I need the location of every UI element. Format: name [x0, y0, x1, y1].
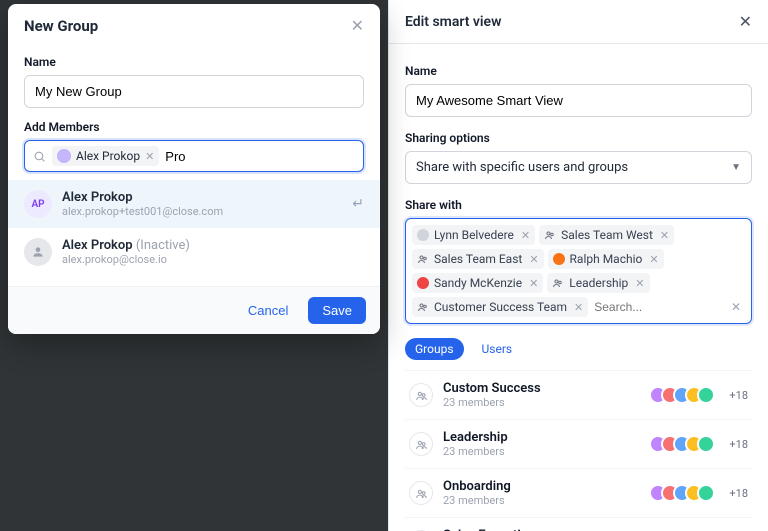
- tab-groups[interactable]: Groups: [405, 338, 464, 360]
- result-inactive-tag: (Inactive): [136, 238, 190, 253]
- avatar-icon: [697, 435, 715, 453]
- share-chip: Customer Success Team ✕: [412, 297, 588, 317]
- chip-remove-icon[interactable]: ✕: [145, 150, 154, 163]
- save-button[interactable]: Save: [308, 297, 366, 324]
- group-icon: [552, 277, 564, 289]
- share-chip: Sandy McKenzie ✕: [412, 273, 543, 293]
- avatar-icon: [57, 149, 71, 163]
- share-chip: Ralph Machio ✕: [548, 249, 664, 269]
- group-name: Onboarding: [443, 479, 645, 494]
- left-backdrop: New Group ✕ Name Add Members Alex Prokop…: [0, 0, 388, 531]
- share-with-label: Share with: [405, 198, 752, 212]
- share-with-search-input[interactable]: [592, 297, 723, 317]
- member-chip-label: Alex Prokop: [76, 149, 140, 163]
- group-row[interactable]: Sales Executives23 members+18: [405, 518, 752, 531]
- result-name: Alex Prokop: [62, 190, 133, 205]
- avatar-icon: [417, 229, 429, 241]
- chip-label: Leadership: [569, 276, 628, 290]
- sharing-options-label: Sharing options: [405, 131, 752, 145]
- sharing-options-select[interactable]: Share with specific users and groups ▼: [405, 151, 752, 184]
- name-label: Name: [405, 64, 752, 78]
- avatar-stack: [655, 435, 715, 453]
- modal-title: New Group: [24, 17, 98, 35]
- tab-users[interactable]: Users: [472, 338, 523, 360]
- avatar-icon: [417, 277, 429, 289]
- chip-remove-icon[interactable]: ✕: [529, 277, 538, 290]
- chip-label: Lynn Belvedere: [434, 228, 514, 242]
- overflow-count: +18: [729, 438, 748, 451]
- member-results-dropdown: AP Alex Prokop alex.prokop+test001@close…: [8, 180, 380, 276]
- share-chip: Lynn Belvedere ✕: [412, 225, 535, 245]
- result-email: alex.prokop@close.io: [62, 253, 190, 266]
- overflow-count: +18: [729, 389, 748, 402]
- group-icon: [409, 383, 433, 407]
- chip-remove-icon[interactable]: ✕: [529, 253, 538, 266]
- search-icon: [33, 150, 46, 163]
- clear-all-icon[interactable]: ✕: [727, 300, 745, 314]
- chip-label: Sandy McKenzie: [434, 276, 522, 290]
- avatar-icon: AP: [24, 190, 52, 218]
- group-name: Custom Success: [443, 381, 645, 396]
- share-chip: Sales Team East ✕: [412, 249, 544, 269]
- chip-remove-icon[interactable]: ✕: [574, 301, 583, 314]
- avatar-icon: [24, 238, 52, 266]
- chevron-down-icon: ▼: [731, 162, 741, 173]
- chip-remove-icon[interactable]: ✕: [635, 277, 644, 290]
- share-chip: Sales Team West ✕: [539, 225, 674, 245]
- member-search-input[interactable]: [165, 149, 355, 164]
- group-name: Leadership: [443, 430, 645, 445]
- panel-title: Edit smart view: [405, 14, 501, 30]
- chip-label: Sales Team West: [561, 228, 653, 242]
- result-name: Alex Prokop: [62, 238, 133, 253]
- member-chip: Alex Prokop ✕: [52, 146, 159, 166]
- close-icon[interactable]: ✕: [351, 16, 364, 35]
- avatar-icon: [553, 253, 565, 265]
- chip-remove-icon[interactable]: ✕: [521, 229, 530, 242]
- close-icon[interactable]: ✕: [739, 12, 752, 31]
- group-name-input[interactable]: [24, 75, 364, 108]
- avatar-icon: [697, 386, 715, 404]
- chip-label: Sales Team East: [434, 252, 522, 266]
- sharing-options-value: Share with specific users and groups: [416, 160, 628, 175]
- groups-list: Custom Success23 members+18Leadership23 …: [405, 370, 752, 531]
- smart-view-name-input[interactable]: [405, 84, 752, 117]
- group-icon: [417, 301, 429, 313]
- avatar-icon: [697, 484, 715, 502]
- group-members-count: 23 members: [443, 396, 645, 409]
- add-members-label: Add Members: [24, 120, 364, 134]
- overflow-count: +18: [729, 487, 748, 500]
- share-with-chips[interactable]: Lynn Belvedere✕Sales Team West✕Sales Tea…: [405, 218, 752, 324]
- add-members-search[interactable]: Alex Prokop ✕: [24, 140, 364, 172]
- group-row[interactable]: Custom Success23 members +18: [405, 371, 752, 420]
- chip-remove-icon[interactable]: ✕: [660, 229, 669, 242]
- chip-label: Ralph Machio: [570, 252, 643, 266]
- cancel-button[interactable]: Cancel: [238, 297, 298, 324]
- chip-label: Customer Success Team: [434, 300, 567, 314]
- result-email: alex.prokop+test001@close.com: [62, 205, 223, 218]
- enter-icon: ↵: [352, 196, 364, 212]
- name-label: Name: [24, 55, 364, 69]
- member-result-1[interactable]: Alex Prokop (Inactive) alex.prokop@close…: [8, 228, 380, 276]
- avatar-stack: [655, 386, 715, 404]
- edit-smart-view-panel: Edit smart view ✕ Name Sharing options S…: [388, 0, 768, 531]
- group-members-count: 23 members: [443, 445, 645, 458]
- group-icon: [409, 481, 433, 505]
- share-chip: Leadership ✕: [547, 273, 649, 293]
- group-members-count: 23 members: [443, 494, 645, 507]
- group-row[interactable]: Onboarding23 members +18: [405, 469, 752, 518]
- member-result-0[interactable]: AP Alex Prokop alex.prokop+test001@close…: [8, 180, 380, 228]
- new-group-modal: New Group ✕ Name Add Members Alex Prokop…: [8, 4, 380, 334]
- group-icon: [417, 253, 429, 265]
- group-icon: [409, 432, 433, 456]
- group-row[interactable]: Leadership23 members +18: [405, 420, 752, 469]
- avatar-stack: [655, 484, 715, 502]
- group-icon: [544, 229, 556, 241]
- chip-remove-icon[interactable]: ✕: [649, 253, 658, 266]
